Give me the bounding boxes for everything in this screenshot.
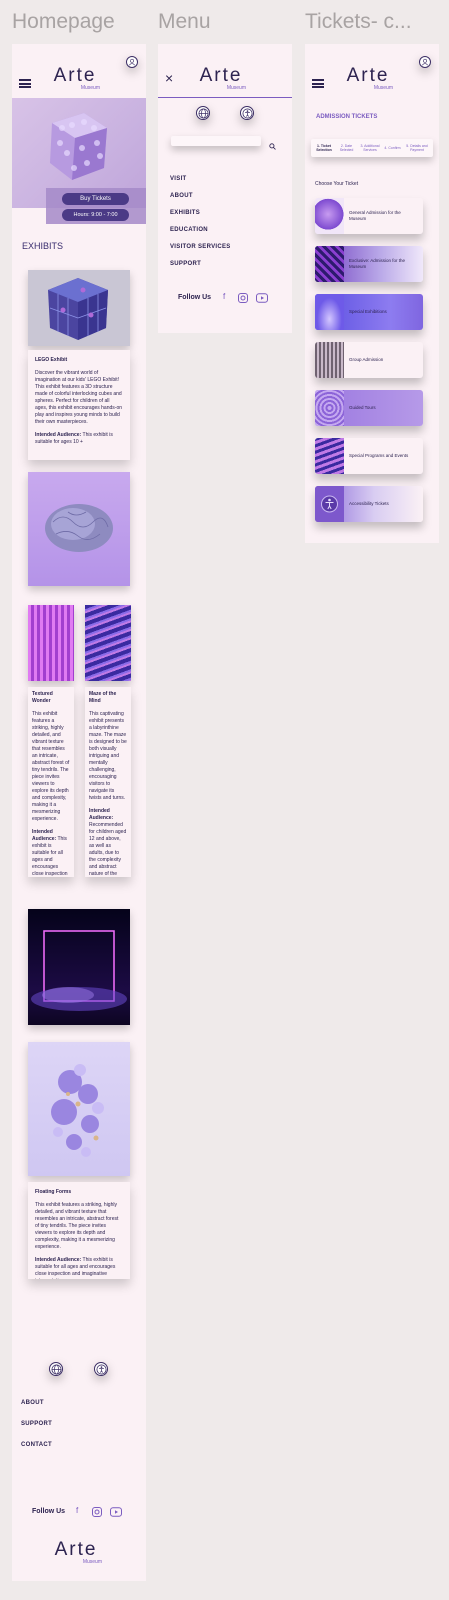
ticket-option-guided-tours[interactable]: Guided Tours — [315, 390, 423, 426]
accessibility-icon[interactable] — [94, 1362, 108, 1376]
textured-audience-label: Intended Audience: — [32, 829, 57, 842]
menu-globe-icon[interactable] — [196, 106, 210, 120]
search-input[interactable] — [171, 136, 261, 146]
menu-facebook-icon[interactable]: f — [223, 292, 225, 301]
menu-follow-us-label: Follow Us — [178, 294, 212, 301]
ticket-thumb-accessibility — [315, 486, 344, 522]
menu-link-visitor-services[interactable]: VISITOR SERVICES — [170, 244, 231, 250]
tickets-user-icon[interactable] — [419, 56, 431, 68]
textured-exhibit-body: This exhibit features a striking, highly… — [32, 711, 70, 822]
hours-badge: Hours: 9:00 - 7:00 — [62, 209, 129, 221]
menu-header-divider — [158, 97, 292, 98]
textured-audience-text: This exhibit is suitable for all ages an… — [32, 836, 68, 877]
footer-link-support[interactable]: SUPPORT — [21, 1421, 52, 1427]
follow-us-label: Follow Us — [32, 1508, 66, 1515]
ticket-thumb-special-programs — [315, 438, 344, 474]
youtube-icon[interactable] — [110, 1507, 122, 1519]
tickets-frame: Arte Museum ADMISSION TICKETS 1. Ticket … — [305, 44, 439, 543]
menu-link-education[interactable]: EDUCATION — [170, 227, 208, 233]
ticket-thumb-exclusive — [315, 246, 344, 282]
menu-instagram-icon[interactable] — [238, 293, 248, 305]
textured-exhibit-image — [28, 605, 74, 681]
footer-logo[interactable]: Arte Museum — [50, 1540, 102, 1565]
ticket-label-general: General Admission for the Museum — [349, 210, 401, 221]
ticket-thumb-special-exhibitions — [315, 294, 344, 330]
close-icon[interactable]: × — [165, 70, 173, 86]
ticket-label-guided-tours: Guided Tours — [349, 405, 376, 410]
lego-exhibit-card: LEGO Exhibit Discover the vibrant world … — [28, 350, 130, 460]
ticket-option-special-exhibitions[interactable]: Special Exhibitions — [315, 294, 423, 330]
ticket-option-special-programs[interactable]: Special Programs and Events — [315, 438, 423, 474]
search-icon[interactable] — [269, 137, 276, 155]
tickets-hamburger-icon[interactable] — [312, 79, 324, 88]
floating-audience-label: Intended Audience: — [35, 1257, 82, 1263]
tickets-logo-wordmark: Arte — [346, 65, 390, 86]
hamburger-icon[interactable] — [19, 79, 31, 88]
footer-logo-wordmark: Arte — [54, 1539, 98, 1560]
textured-exhibit-card: Textured Wonder This exhibit features a … — [28, 687, 74, 877]
ticket-label-special-programs: Special Programs and Events — [349, 453, 409, 458]
menu-youtube-icon[interactable] — [256, 293, 268, 305]
menu-frame: × Arte Museum VISIT ABOUT EXHIBITS EDUCA… — [158, 44, 292, 333]
maze-audience-label: Intended Audience: — [89, 808, 114, 821]
menu-link-visit[interactable]: VISIT — [170, 176, 187, 182]
choose-ticket-label: Choose Your Ticket — [315, 181, 359, 187]
ticket-label-exclusive: Exclusive: Admission for the Museum — [349, 258, 406, 269]
step-additional-services[interactable]: 3. Additional Services — [359, 144, 381, 153]
menu-logo-wordmark: Arte — [199, 65, 243, 86]
lego-exhibit-image — [28, 270, 130, 346]
footer-link-about[interactable]: ABOUT — [21, 1400, 44, 1406]
floating-exhibit-title: Floating Forms — [35, 1189, 72, 1195]
globe-icon[interactable] — [49, 1362, 63, 1376]
menu-logo[interactable]: Arte Museum — [196, 66, 246, 91]
maze-audience-text: Recommended for children aged 12 and abo… — [89, 822, 127, 877]
logo-wordmark: Arte — [53, 65, 97, 86]
homepage-frame: Arte Museum Buy Tickets Hours: 9:00 - 7:… — [12, 44, 146, 1581]
menu-accessibility-icon[interactable] — [240, 106, 254, 120]
ticket-option-general[interactable]: General Admission for the Museum — [315, 198, 423, 234]
lego-audience-label: Intended Audience: — [35, 432, 82, 438]
step-details-payment[interactable]: 5. Details and Payment — [404, 144, 430, 153]
footer-link-contact[interactable]: CONTACT — [21, 1442, 52, 1448]
textured-exhibit-title: Textured Wonder — [32, 691, 53, 704]
instagram-icon[interactable] — [92, 1507, 102, 1519]
ticket-thumb-group — [315, 342, 344, 378]
progress-steps: 1. Ticket Selection 2. Date Selected 3. … — [311, 139, 433, 157]
menu-link-exhibits[interactable]: EXHIBITS — [170, 210, 200, 216]
lego-exhibit-body: Discover the vibrant world of imaginatio… — [35, 370, 123, 425]
menu-frame-title: Menu — [158, 10, 211, 33]
ticket-thumb-guided-tours — [315, 390, 344, 426]
tickets-frame-title: Tickets- c... — [305, 10, 412, 33]
user-icon[interactable] — [126, 56, 138, 68]
buy-tickets-button[interactable]: Buy Tickets — [62, 193, 129, 205]
maze-exhibit-body: This captivating exhibit presents a laby… — [89, 711, 127, 801]
exhibits-heading: EXHIBITS — [22, 241, 64, 251]
maze-exhibit-card: Maze of the Mind This captivating exhibi… — [85, 687, 131, 877]
maze-exhibit-image — [85, 605, 131, 681]
ticket-option-exclusive[interactable]: Exclusive: Admission for the Museum — [315, 246, 423, 282]
step-date-selected[interactable]: 2. Date Selected — [337, 144, 357, 153]
lego-exhibit-title: LEGO Exhibit — [35, 357, 68, 363]
step-ticket-selection[interactable]: 1. Ticket Selection — [314, 144, 334, 153]
admission-heading: ADMISSION TICKETS — [316, 114, 378, 120]
floating-exhibit-body: This exhibit features a striking, highly… — [35, 1202, 119, 1250]
floating-exhibit-image — [28, 1042, 130, 1176]
floating-exhibit-card: Floating Forms This exhibit features a s… — [28, 1182, 130, 1279]
ticket-label-group: Group Admission — [349, 357, 384, 362]
ticket-label-special-exhibitions: Special Exhibitions — [349, 309, 387, 314]
neon-exhibit-image — [28, 909, 130, 1025]
tickets-logo[interactable]: Arte Museum — [343, 66, 393, 91]
ticket-label-accessibility: Accessibility Tickets — [349, 501, 389, 506]
facebook-icon[interactable]: f — [76, 1506, 78, 1515]
menu-link-about[interactable]: ABOUT — [170, 193, 193, 199]
homepage-frame-title: Homepage — [12, 10, 115, 33]
menu-link-support[interactable]: SUPPORT — [170, 261, 201, 267]
step-confirm[interactable]: 4. Confirm — [384, 146, 402, 151]
ticket-option-accessibility[interactable]: Accessibility Tickets — [315, 486, 423, 522]
brain-exhibit-image — [28, 472, 130, 586]
logo[interactable]: Arte Museum — [50, 66, 100, 91]
ticket-thumb-general — [315, 198, 344, 234]
ticket-option-group[interactable]: Group Admission — [315, 342, 423, 378]
maze-exhibit-title: Maze of the Mind — [89, 691, 117, 704]
